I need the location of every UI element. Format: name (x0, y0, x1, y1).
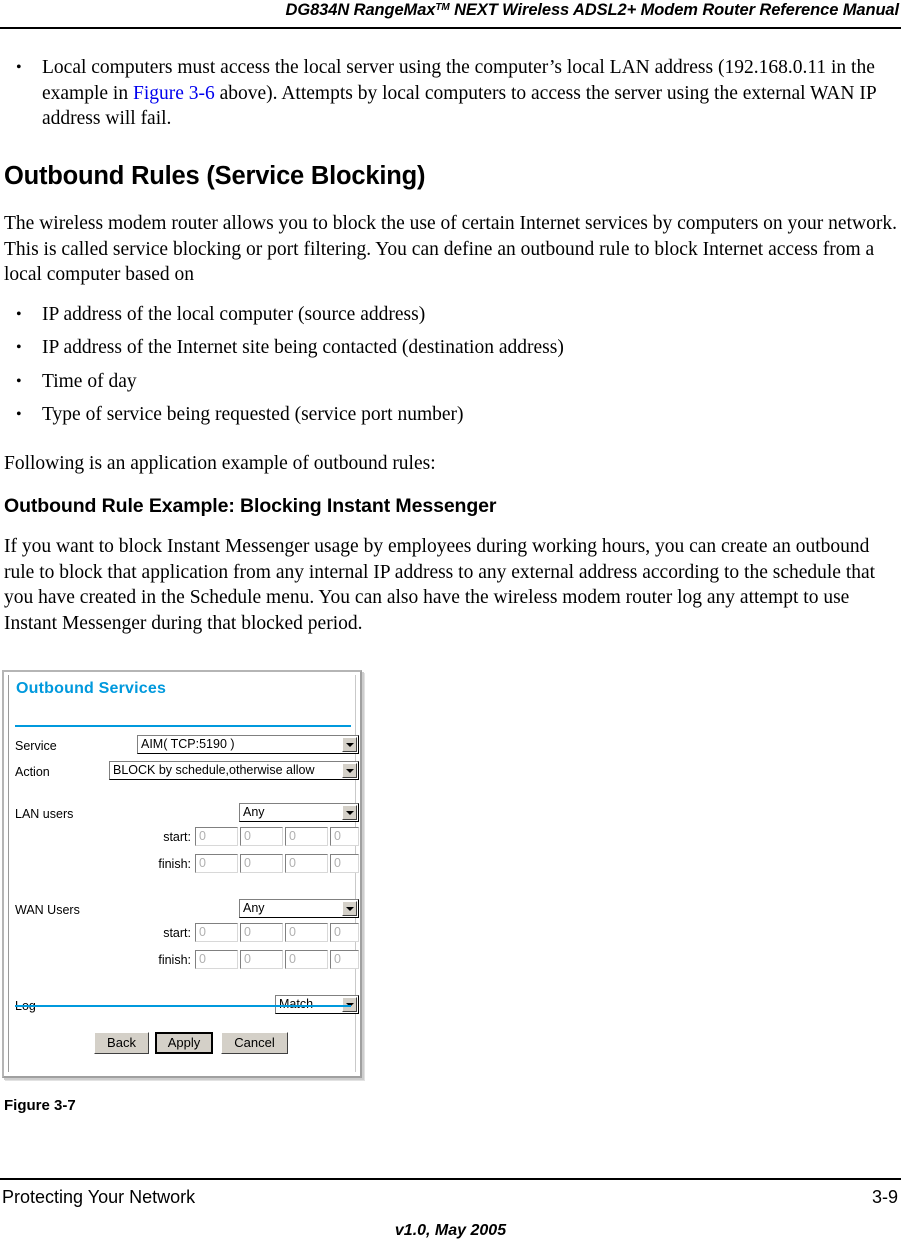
footer-divider (0, 1178, 901, 1180)
footer-chapter-title: Protecting Your Network (2, 1187, 196, 1207)
panel-inner-frame: Outbound Services Service AIM( TCP:5190 … (8, 675, 359, 1072)
page-header: DG834N RangeMaxTM NEXT Wireless ADSL2+ M… (0, 0, 901, 29)
criteria-bullet-label: Type of service being requested (service… (42, 404, 464, 425)
wan-start-octet-1[interactable]: 0 (195, 923, 238, 942)
lan-users-select-value: Any (243, 805, 265, 819)
lan-finish-octet-1[interactable]: 0 (195, 854, 238, 873)
panel-top-divider (15, 725, 351, 727)
wan-users-select-value: Any (243, 901, 265, 915)
section-intro-paragraph: The wireless modem router allows you to … (4, 213, 897, 285)
criteria-bullet-label: IP address of the local computer (source… (42, 303, 426, 325)
bullet-icon: • (16, 372, 22, 390)
lan-finish-label: finish: (158, 857, 191, 871)
log-select-value: Match (279, 997, 314, 1011)
chevron-down-icon[interactable] (342, 737, 357, 752)
list-item: • Time of day (4, 369, 897, 395)
page-header-title: DG834N RangeMaxTM NEXT Wireless ADSL2+ M… (285, 1, 900, 20)
panel-bottom-divider (15, 1005, 351, 1007)
footer-page-number: 3-9 (871, 1187, 898, 1207)
header-title-suffix: NEXT Wireless ADSL2+ Modem Router Refere… (449, 1, 899, 19)
wan-users-label: WAN Users (15, 903, 80, 917)
router-ui-figure: Outbound Services Service AIM( TCP:5190 … (2, 670, 372, 1078)
lan-start-label: start: (163, 830, 191, 844)
lan-finish-octet-4[interactable]: 0 (330, 854, 359, 873)
wan-start-octet-4[interactable]: 0 (330, 923, 359, 942)
lan-start-octet-2[interactable]: 0 (240, 827, 283, 846)
list-item: • IP address of the local computer (sourc… (4, 302, 897, 328)
lan-finish-octet-2[interactable]: 0 (240, 854, 283, 873)
subsection-heading: Outbound Rule Example: Blocking Instant … (4, 495, 497, 517)
document-content: • Local computers must access the local s… (4, 55, 897, 636)
wan-start-octet-2[interactable]: 0 (240, 923, 283, 942)
apply-button[interactable]: Apply (155, 1032, 213, 1054)
subsection-paragraph: If you want to block Instant Messenger u… (4, 536, 876, 634)
lan-users-select[interactable]: Any (239, 803, 359, 822)
panel-title: Outbound Services (16, 680, 167, 697)
action-select[interactable]: BLOCK by schedule,otherwise allow (109, 761, 359, 780)
lan-start-octet-3[interactable]: 0 (285, 827, 328, 846)
intro-bullet-list: • Local computers must access the local s… (4, 55, 897, 132)
service-label: Service (15, 739, 57, 753)
chevron-down-icon[interactable] (342, 901, 357, 916)
section-heading: Outbound Rules (Service Blocking) (4, 162, 426, 190)
list-item: • Type of service being requested (servic… (4, 402, 897, 428)
header-divider (0, 27, 901, 29)
bullet-icon: • (16, 406, 22, 423)
outbound-services-panel: Outbound Services Service AIM( TCP:5190 … (2, 670, 362, 1078)
wan-finish-octet-3[interactable]: 0 (285, 950, 328, 969)
wan-finish-octet-1[interactable]: 0 (195, 950, 238, 969)
criteria-bullet-list: • IP address of the local computer (sourc… (4, 302, 897, 428)
criteria-bullet-label: IP address of the Internet site being co… (42, 337, 564, 358)
wan-start-octet-3[interactable]: 0 (285, 923, 328, 942)
wan-finish-label: finish: (158, 953, 191, 967)
wan-finish-octet-2[interactable]: 0 (240, 950, 283, 969)
cross-reference-link[interactable]: Figure 3-6 (133, 83, 215, 104)
cancel-button[interactable]: Cancel (221, 1032, 288, 1054)
lan-start-octet-1[interactable]: 0 (195, 827, 238, 846)
following-line: Following is an application example of o… (4, 452, 436, 474)
header-title-trademark: TM (435, 2, 450, 13)
list-item: • IP address of the Internet site being c… (4, 335, 897, 361)
list-item: • Local computers must access the local s… (4, 55, 897, 132)
lan-users-label: LAN users (15, 807, 74, 821)
back-button[interactable]: Back (94, 1032, 149, 1054)
figure-caption: Figure 3-7 (4, 1097, 76, 1114)
wan-users-select[interactable]: Any (239, 899, 359, 918)
wan-finish-octet-4[interactable]: 0 (330, 950, 359, 969)
lan-finish-octet-3[interactable]: 0 (285, 854, 328, 873)
criteria-bullet-label: Time of day (42, 370, 137, 392)
action-label: Action (15, 765, 50, 779)
bullet-icon: • (16, 305, 22, 323)
service-select[interactable]: AIM( TCP:5190 ) (137, 735, 359, 754)
bullet-icon: • (16, 59, 22, 76)
service-select-value: AIM( TCP:5190 ) (141, 737, 235, 751)
lan-start-octet-4[interactable]: 0 (330, 827, 359, 846)
wan-start-label: start: (163, 926, 191, 940)
chevron-down-icon[interactable] (342, 805, 357, 820)
bullet-icon: • (16, 339, 22, 356)
chevron-down-icon[interactable] (342, 763, 357, 778)
header-title-prefix: DG834N RangeMax (285, 1, 436, 19)
footer-version: v1.0, May 2005 (394, 1222, 507, 1239)
action-select-value: BLOCK by schedule,otherwise allow (113, 763, 315, 777)
